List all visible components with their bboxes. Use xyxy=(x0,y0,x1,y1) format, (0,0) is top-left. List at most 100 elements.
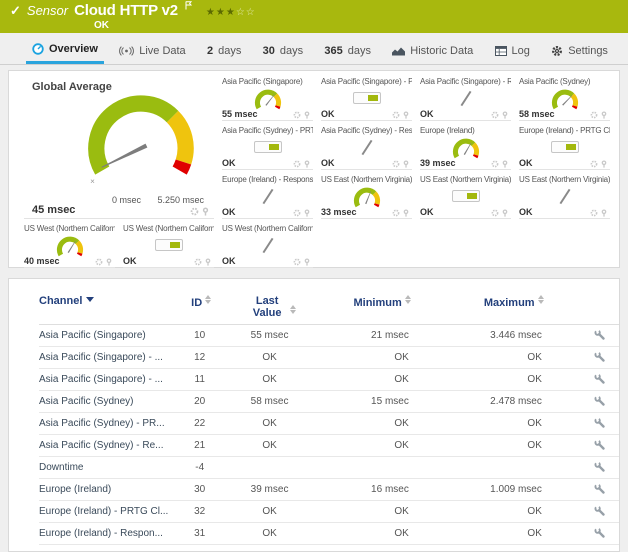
channel-settings-icon[interactable] xyxy=(580,329,619,343)
gauge-cell[interactable]: US West (Northern California)... OK xyxy=(222,222,313,268)
header-channel[interactable]: Channel xyxy=(39,295,175,307)
gauge-cell[interactable]: Asia Pacific (Singapore) - Res... OK xyxy=(420,75,511,121)
table-row[interactable]: Downtime -4 xyxy=(39,457,619,479)
pin-icon[interactable] xyxy=(402,111,410,119)
channel-name[interactable]: Europe (Ireland) xyxy=(39,484,174,495)
channel-name[interactable]: Asia Pacific (Singapore) xyxy=(39,330,174,341)
pin-icon[interactable] xyxy=(201,207,210,216)
header-maximum[interactable]: Maximum xyxy=(448,295,580,309)
channel-settings-icon[interactable] xyxy=(580,439,619,453)
channel-name[interactable]: Europe (Ireland) - PRTG Cl... xyxy=(39,506,174,517)
channel-settings-icon[interactable] xyxy=(580,351,619,365)
channel-gear-icon[interactable] xyxy=(491,111,499,119)
gauge-cell[interactable]: Asia Pacific (Singapore) - PR... OK xyxy=(321,75,412,121)
pin-icon[interactable] xyxy=(402,160,410,168)
channel-gear-icon[interactable] xyxy=(190,207,199,216)
gauge-cell[interactable]: US West (Northern California)... OK xyxy=(123,222,214,268)
gauge-cell[interactable]: Europe (Ireland) - PRTG Cloud... OK xyxy=(519,124,610,170)
pin-icon[interactable] xyxy=(303,111,311,119)
header-last-value[interactable]: Last Value xyxy=(227,295,316,319)
channel-name[interactable]: Downtime xyxy=(39,462,174,473)
needle-indicator xyxy=(460,90,471,105)
pin-icon[interactable] xyxy=(204,258,212,266)
channel-name[interactable]: Asia Pacific (Singapore) - ... xyxy=(39,352,174,363)
pin-icon[interactable] xyxy=(501,160,509,168)
gauge-cell[interactable]: Asia Pacific (Sydney) 58 msec xyxy=(519,75,610,121)
channel-gear-icon[interactable] xyxy=(392,209,400,217)
header-minimum[interactable]: Minimum xyxy=(316,295,448,309)
tab-historic-data[interactable]: Historic Data xyxy=(386,37,479,64)
channel-name[interactable]: Asia Pacific (Sydney) - Re... xyxy=(39,440,174,451)
priority-stars[interactable]: ★★★☆☆ xyxy=(206,5,256,20)
table-row[interactable]: Asia Pacific (Singapore) - ... 12 OK OK … xyxy=(39,347,619,369)
pin-icon[interactable] xyxy=(105,258,113,266)
pin-icon[interactable] xyxy=(600,111,608,119)
channel-gear-icon[interactable] xyxy=(293,209,301,217)
table-row[interactable]: Asia Pacific (Singapore) - ... 11 OK OK … xyxy=(39,369,619,391)
tab-settings[interactable]: Settings xyxy=(545,37,614,64)
channel-gear-icon[interactable] xyxy=(293,258,301,266)
gauge-cell[interactable]: US East (Northern Virginia) 33 msec xyxy=(321,173,412,219)
channel-id: 21 xyxy=(174,440,225,451)
gauge-cell[interactable]: Asia Pacific (Singapore) 55 msec xyxy=(222,75,313,121)
channel-name[interactable]: Asia Pacific (Sydney) xyxy=(39,396,174,407)
channel-gear-icon[interactable] xyxy=(590,111,598,119)
channel-gear-icon[interactable] xyxy=(590,160,598,168)
channel-table-panel: Channel ID Last Value Minimum Maximum As… xyxy=(8,278,620,552)
pin-icon[interactable] xyxy=(402,209,410,217)
pin-icon[interactable] xyxy=(303,258,311,266)
gauge-global-average[interactable]: Global Average × 0 msec 5.250 msec 45 ms… xyxy=(24,75,214,219)
gauge-needle xyxy=(562,94,572,105)
tab-365-days[interactable]: 365days xyxy=(318,37,377,64)
table-row[interactable]: Asia Pacific (Sydney) - Re... 21 OK OK O… xyxy=(39,435,619,457)
channel-settings-icon[interactable] xyxy=(580,461,619,475)
flag-icon[interactable] xyxy=(185,0,192,13)
log-icon xyxy=(495,46,507,56)
tab-30-days[interactable]: 30days xyxy=(257,37,310,64)
channel-name[interactable]: Asia Pacific (Sydney) - PR... xyxy=(39,418,174,429)
table-row[interactable]: Europe (Ireland) 30 39 msec 16 msec 1.00… xyxy=(39,479,619,501)
pin-icon[interactable] xyxy=(303,160,311,168)
table-row[interactable]: Asia Pacific (Singapore) 10 55 msec 21 m… xyxy=(39,325,619,347)
channel-gear-icon[interactable] xyxy=(293,111,301,119)
gauge-cell[interactable]: Europe (Ireland) - Response C... OK xyxy=(222,173,313,219)
gauge-cell[interactable]: Europe (Ireland) 39 msec xyxy=(420,124,511,170)
channel-gear-icon[interactable] xyxy=(95,258,103,266)
pin-icon[interactable] xyxy=(600,160,608,168)
header-id[interactable]: ID xyxy=(175,295,227,309)
channel-name[interactable]: Asia Pacific (Singapore) - ... xyxy=(39,374,174,385)
gauge-cell[interactable]: Asia Pacific (Sydney) - Respo... OK xyxy=(321,124,412,170)
channel-gear-icon[interactable] xyxy=(194,258,202,266)
pin-icon[interactable] xyxy=(501,209,509,217)
channel-gear-icon[interactable] xyxy=(590,209,598,217)
channel-gear-icon[interactable] xyxy=(392,160,400,168)
table-row[interactable]: Asia Pacific (Sydney) - PR... 22 OK OK O… xyxy=(39,413,619,435)
channel-maximum: OK xyxy=(447,506,580,517)
channel-settings-icon[interactable] xyxy=(580,395,619,409)
tab-log[interactable]: Log xyxy=(489,37,536,64)
gauge-cell[interactable]: US West (Northern California) 40 msec xyxy=(24,222,115,268)
tab-overview[interactable]: Overview xyxy=(26,37,104,64)
table-row[interactable]: Asia Pacific (Sydney) 20 58 msec 15 msec… xyxy=(39,391,619,413)
table-row[interactable]: Europe (Ireland) - PRTG Cl... 32 OK OK O… xyxy=(39,501,619,523)
channel-name[interactable]: Europe (Ireland) - Respon... xyxy=(39,528,174,539)
channel-settings-icon[interactable] xyxy=(580,417,619,431)
channel-gear-icon[interactable] xyxy=(293,160,301,168)
pin-icon[interactable] xyxy=(303,209,311,217)
tab-live-data[interactable]: Live Data xyxy=(113,37,191,64)
gauge-cell[interactable]: Asia Pacific (Sydney) - PRTG ... OK xyxy=(222,124,313,170)
gauge-cell[interactable]: US East (Northern Virginia) - ... OK xyxy=(420,173,511,219)
needle-indicator xyxy=(262,188,273,203)
channel-settings-icon[interactable] xyxy=(580,505,619,519)
pin-icon[interactable] xyxy=(600,209,608,217)
channel-settings-icon[interactable] xyxy=(580,373,619,387)
gauge-cell[interactable]: US East (Northern Virginia) - ... OK xyxy=(519,173,610,219)
tab-2-days[interactable]: 2days xyxy=(201,37,247,64)
channel-gear-icon[interactable] xyxy=(491,160,499,168)
channel-gear-icon[interactable] xyxy=(392,111,400,119)
channel-id: 32 xyxy=(174,506,225,517)
channel-gear-icon[interactable] xyxy=(491,209,499,217)
pin-icon[interactable] xyxy=(501,111,509,119)
channel-settings-icon[interactable] xyxy=(580,527,619,541)
channel-settings-icon[interactable] xyxy=(580,483,619,497)
